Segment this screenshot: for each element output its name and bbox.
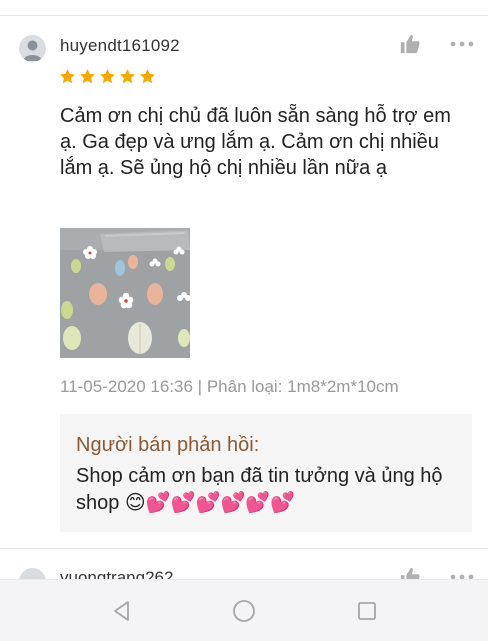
thumbs-up-icon[interactable]	[399, 33, 421, 55]
reviewer-username[interactable]: vuongtrang262	[60, 568, 173, 579]
avatar[interactable]	[19, 568, 46, 579]
recents-square-icon[interactable]	[355, 599, 379, 623]
bedsheet-photo	[60, 228, 190, 358]
seller-reply-text: Shop cảm ơn bạn đã tin tưởng và ủng hộ s…	[76, 465, 443, 514]
review-card: huyendt161092 Cảm ơn chị chủ đã luôn sẵn…	[0, 0, 488, 532]
back-triangle-icon[interactable]	[110, 599, 134, 623]
android-navigation-bar	[0, 579, 488, 641]
star-icon	[120, 69, 135, 84]
user-avatar-icon	[23, 40, 42, 61]
star-icon	[80, 69, 95, 84]
review-meta: 11-05-2020 16:36 | Phân loại: 1m8*2m*10c…	[60, 377, 399, 396]
review-photo[interactable]	[60, 228, 190, 358]
star-icon	[100, 69, 115, 84]
star-rating	[59, 68, 156, 85]
reviewer-username[interactable]: huyendt161092	[60, 36, 180, 56]
home-circle-icon[interactable]	[232, 599, 256, 623]
next-review-card: vuongtrang262	[0, 549, 488, 579]
more-options-icon[interactable]	[450, 40, 474, 48]
thumbs-up-icon[interactable]	[399, 566, 421, 579]
seller-reply: Người bán phản hồi: Shop cảm ơn bạn đã t…	[60, 414, 472, 532]
avatar[interactable]	[19, 35, 46, 62]
seller-reply-title: Người bán phản hồi:	[76, 434, 260, 456]
star-icon	[60, 69, 75, 84]
star-icon	[140, 69, 155, 84]
review-comment: Cảm ơn chị chủ đã luôn sẵn sàng hỗ trợ e…	[60, 105, 451, 179]
